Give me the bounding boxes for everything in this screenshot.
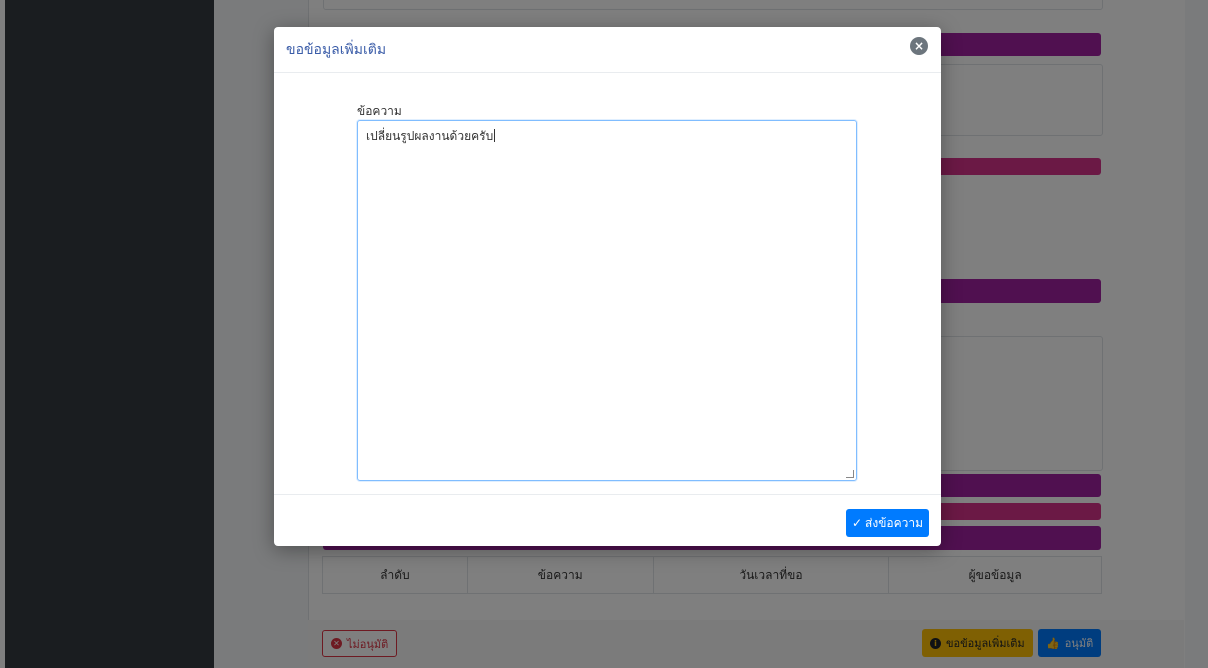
message-textarea-value: เปลี่ยนรูปผลงานด้วยครับ — [366, 129, 494, 143]
resize-handle[interactable] — [846, 470, 854, 478]
send-message-button-label: ส่งข้อความ — [865, 515, 924, 530]
send-message-button[interactable]: ✓ ส่งข้อความ — [846, 509, 929, 537]
check-icon: ✓ — [851, 516, 863, 530]
modal-header: ขอข้อมูลเพิ่มเติม × — [274, 27, 941, 73]
close-icon[interactable]: × — [910, 37, 928, 55]
modal-title: ขอข้อมูลเพิ่มเติม — [286, 42, 387, 58]
message-field-label: ข้อความ — [357, 104, 402, 118]
app-screen: ลำดับ ข้อความ วันเวลาที่ขอ ผู้ขอข้อมูล ✕… — [0, 0, 1208, 668]
modal-footer: ✓ ส่งข้อความ — [274, 494, 941, 547]
request-info-modal: ขอข้อมูลเพิ่มเติม × ข้อความ เปลี่ยนรูปผล… — [274, 27, 941, 546]
text-caret — [494, 129, 496, 142]
message-textarea[interactable]: เปลี่ยนรูปผลงานด้วยครับ — [357, 120, 857, 481]
